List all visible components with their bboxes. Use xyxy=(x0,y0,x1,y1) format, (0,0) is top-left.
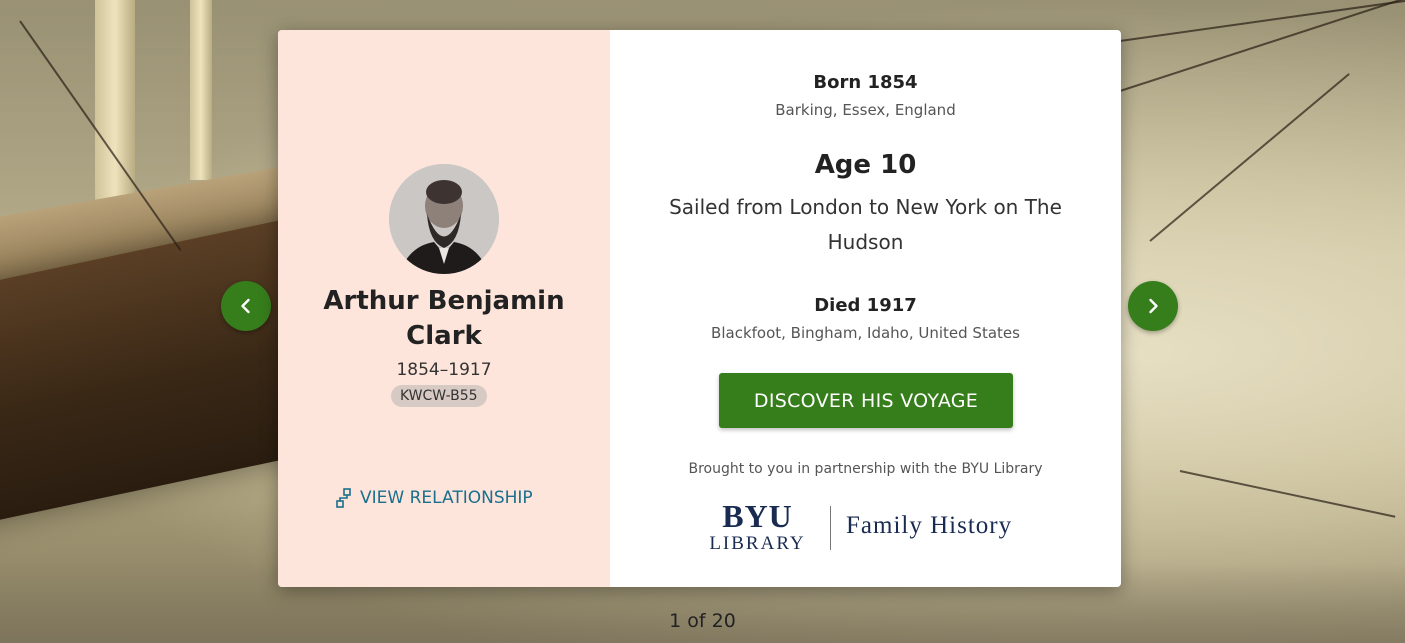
logo-byu-text: BYU xyxy=(722,498,793,534)
discover-voyage-button[interactable]: DISCOVER HIS VOYAGE xyxy=(719,373,1013,428)
next-button[interactable] xyxy=(1128,281,1178,331)
byu-library-logo: BYU LIBRARY Family History xyxy=(700,500,1040,560)
logo-family-history-text: Family History xyxy=(846,512,1013,539)
died-place: Blackfoot, Bingham, Idaho, United States xyxy=(711,324,1020,342)
relationship-icon xyxy=(336,488,351,508)
view-relationship-label: VIEW RELATIONSHIP xyxy=(360,488,533,508)
person-lifespan: 1854–1917 xyxy=(396,360,492,380)
logo-library-text: LIBRARY xyxy=(709,533,806,554)
ancestor-card: Arthur Benjamin Clark 1854–1917 KWCW-B55… xyxy=(278,30,1121,587)
avatar xyxy=(389,164,499,274)
person-panel: Arthur Benjamin Clark 1854–1917 KWCW-B55… xyxy=(278,30,610,587)
view-relationship-link[interactable]: VIEW RELATIONSHIP xyxy=(336,488,533,508)
voyage-age: Age 10 xyxy=(814,150,917,180)
died-heading: Died 1917 xyxy=(814,295,917,316)
born-heading: Born 1854 xyxy=(813,72,918,93)
born-place: Barking, Essex, England xyxy=(775,101,956,119)
voyage-description: Sailed from London to New York on The Hu… xyxy=(669,195,1062,254)
chevron-left-icon xyxy=(241,298,250,314)
partnership-text: Brought to you in partnership with the B… xyxy=(688,461,1043,477)
pagination-indicator: 1 of 20 xyxy=(669,610,736,632)
chevron-right-icon xyxy=(1149,298,1158,314)
person-id-badge: KWCW-B55 xyxy=(391,385,487,407)
details-panel: Born 1854 Barking, Essex, England Age 10… xyxy=(610,30,1121,587)
previous-button[interactable] xyxy=(221,281,271,331)
logo-divider xyxy=(830,506,831,550)
person-name: Arthur Benjamin Clark xyxy=(323,286,565,351)
